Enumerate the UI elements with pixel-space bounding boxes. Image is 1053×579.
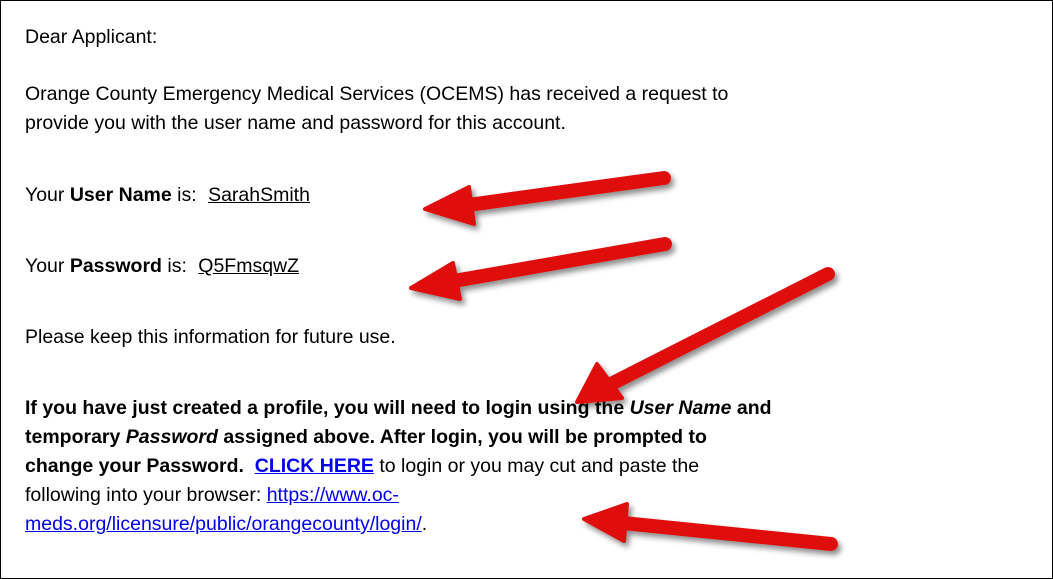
keep-info-line: Please keep this information for future … bbox=[25, 326, 396, 348]
username-prefix: Your bbox=[25, 184, 70, 206]
profile-note-text: If you have just created a profile, you … bbox=[25, 397, 630, 419]
intro-line-2: provide you with the user name and passw… bbox=[25, 112, 566, 134]
intro-line-1: Orange County Emergency Medical Services… bbox=[25, 83, 729, 105]
profile-note-text: to login or you may cut and paste the bbox=[373, 455, 700, 477]
profile-note-line-3: change your Password. CLICK HERE to logi… bbox=[25, 452, 1045, 481]
profile-note-text: and bbox=[731, 397, 772, 419]
username-line: Your User Name is: SarahSmith bbox=[25, 181, 1045, 210]
login-url-link-continued[interactable]: meds.org/licensure/public/orangecounty/l… bbox=[25, 513, 422, 535]
click-here-link[interactable]: CLICK HERE bbox=[255, 455, 374, 477]
email-panel: Dear Applicant: Orange County Emergency … bbox=[0, 0, 1053, 579]
profile-note-text: change your Password. bbox=[25, 455, 244, 477]
username-label: User Name bbox=[69, 184, 172, 206]
profile-note-line-4: following into your browser: https://www… bbox=[25, 481, 1045, 510]
profile-note-line-1: If you have just created a profile, you … bbox=[25, 394, 1045, 423]
password-line: Your Password is: Q5FmsqwZ bbox=[25, 252, 1045, 281]
profile-note-text: following into your browser: bbox=[25, 484, 267, 506]
username-suffix: is: bbox=[171, 184, 197, 206]
profile-note-text: . bbox=[421, 513, 428, 535]
greeting: Dear Applicant: bbox=[25, 26, 158, 48]
password-suffix: is: bbox=[161, 255, 187, 277]
profile-note-text: assigned above. After login, you will be… bbox=[217, 426, 707, 448]
profile-note-line-5: meds.org/licensure/public/orangecounty/l… bbox=[25, 510, 1045, 539]
profile-note-line-2: temporary Password assigned above. After… bbox=[25, 423, 1045, 452]
email-body: Dear Applicant: Orange County Emergency … bbox=[25, 23, 1045, 539]
password-value: Q5FmsqwZ bbox=[198, 255, 300, 277]
password-prefix: Your bbox=[25, 255, 70, 277]
profile-note-password-term: Password bbox=[125, 426, 218, 448]
profile-note-username-term: User Name bbox=[629, 397, 732, 419]
profile-note: If you have just created a profile, you … bbox=[25, 394, 1045, 539]
login-url-link[interactable]: https://www.oc- bbox=[267, 484, 399, 506]
password-label: Password bbox=[69, 255, 162, 277]
username-value: SarahSmith bbox=[208, 184, 310, 206]
profile-note-text: temporary bbox=[25, 426, 126, 448]
